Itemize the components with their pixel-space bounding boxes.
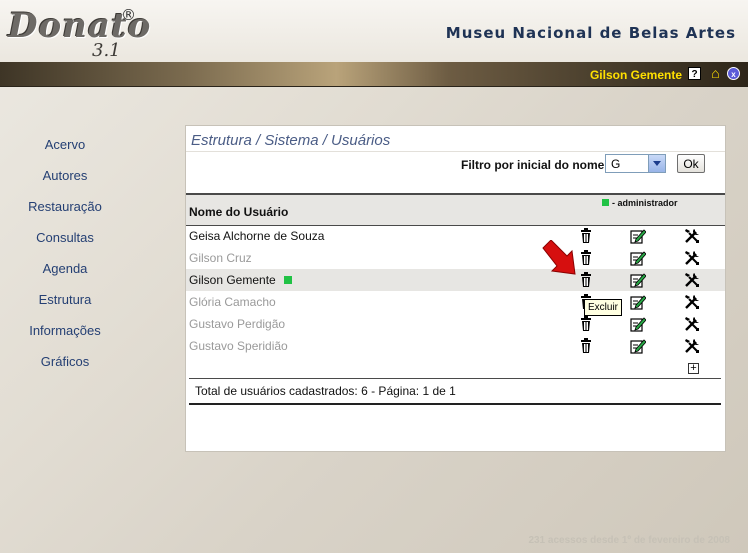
- close-icon[interactable]: x: [727, 67, 740, 80]
- trash-icon[interactable]: [578, 316, 594, 332]
- edit-icon[interactable]: [630, 294, 647, 310]
- edit-icon[interactable]: [630, 272, 647, 288]
- total-users-text: Total de usuários cadastrados: 6 - Págin…: [195, 384, 456, 398]
- table-row: Gustavo Perdigão: [186, 313, 725, 335]
- user-name[interactable]: Geisa Alchorne de Souza: [189, 229, 324, 243]
- header: Donato ® 3.1 Museu Nacional de Belas Art…: [0, 0, 748, 63]
- sidebar-item-restauracao[interactable]: Restauração: [0, 190, 130, 221]
- table-row: Gustavo Speridião: [186, 335, 725, 357]
- logo-version: 3.1: [92, 40, 121, 61]
- users-panel: Estrutura / Sistema / Usuários Filtro po…: [185, 125, 726, 452]
- ok-button[interactable]: Ok: [677, 154, 705, 173]
- sidebar-item-informacoes[interactable]: Informações: [0, 314, 130, 345]
- edit-icon[interactable]: [630, 316, 647, 332]
- breadcrumb: Estrutura / Sistema / Usuários: [191, 132, 391, 149]
- user-name[interactable]: Gustavo Speridião: [189, 339, 288, 353]
- tools-icon[interactable]: [684, 316, 700, 332]
- user-name[interactable]: Glória Camacho: [189, 295, 276, 309]
- sidebar-item-acervo[interactable]: Acervo: [0, 128, 130, 159]
- table-row: Gilson Cruz: [186, 247, 725, 269]
- edit-icon[interactable]: [630, 228, 647, 244]
- user-name[interactable]: Gilson Cruz: [189, 251, 252, 265]
- admin-legend: - administrador: [602, 198, 678, 208]
- title-divider: [186, 151, 725, 152]
- user-name[interactable]: Gustavo Perdigão: [189, 317, 285, 331]
- username: Gilson Gemente: [589, 68, 682, 82]
- sidebar: Acervo Autores Restauração Consultas Age…: [0, 128, 130, 376]
- help-icon[interactable]: ?: [688, 67, 701, 80]
- filter-label: Filtro por inicial do nome:: [461, 158, 609, 172]
- red-arrow-icon: [542, 240, 576, 275]
- trash-icon[interactable]: [578, 338, 594, 354]
- user-bar: Gilson Gemente ? ⌂ x: [0, 62, 748, 87]
- admin-badge: [284, 276, 292, 284]
- sidebar-item-consultas[interactable]: Consultas: [0, 221, 130, 252]
- table-row: Geisa Alchorne de Souza: [186, 225, 725, 247]
- chevron-down-icon[interactable]: [648, 155, 665, 172]
- donato-logo: Donato ® 3.1: [8, 4, 150, 61]
- home-icon[interactable]: ⌂: [709, 66, 722, 80]
- museum-title: Museu Nacional de Belas Artes: [445, 24, 736, 42]
- delete-tooltip: Excluir: [584, 299, 623, 316]
- sidebar-item-agenda[interactable]: Agenda: [0, 252, 130, 283]
- column-header-name: Nome do Usuário: [189, 205, 289, 219]
- admin-legend-label: - administrador: [612, 198, 678, 208]
- sidebar-item-graficos[interactable]: Gráficos: [0, 345, 130, 376]
- tools-icon[interactable]: [684, 272, 700, 288]
- filter-select-value: G: [611, 157, 621, 171]
- table-row: Glória Camacho: [186, 291, 725, 313]
- edit-icon[interactable]: [630, 250, 647, 266]
- logo-registered: ®: [121, 6, 136, 24]
- table-row: Gilson Gemente: [186, 269, 725, 291]
- sidebar-item-autores[interactable]: Autores: [0, 159, 130, 190]
- total-divider: [189, 378, 721, 379]
- access-counter: 231 acessos desde 1º de fevereiro de 200…: [528, 535, 730, 546]
- admin-legend-swatch: [602, 199, 609, 206]
- user-name[interactable]: Gilson Gemente: [189, 273, 276, 287]
- tools-icon[interactable]: [684, 338, 700, 354]
- users-table: Geisa Alchorne de Souza Gilson Cruz Gilson…: [186, 225, 725, 357]
- add-user-button[interactable]: +: [688, 363, 699, 374]
- table-header: Nome do Usuário - administrador: [186, 193, 725, 226]
- bottom-divider: [189, 403, 721, 405]
- filter-select[interactable]: G: [605, 154, 666, 173]
- edit-icon[interactable]: [630, 338, 647, 354]
- sidebar-item-estrutura[interactable]: Estrutura: [0, 283, 130, 314]
- tools-icon[interactable]: [684, 250, 700, 266]
- tools-icon[interactable]: [684, 294, 700, 310]
- tools-icon[interactable]: [684, 228, 700, 244]
